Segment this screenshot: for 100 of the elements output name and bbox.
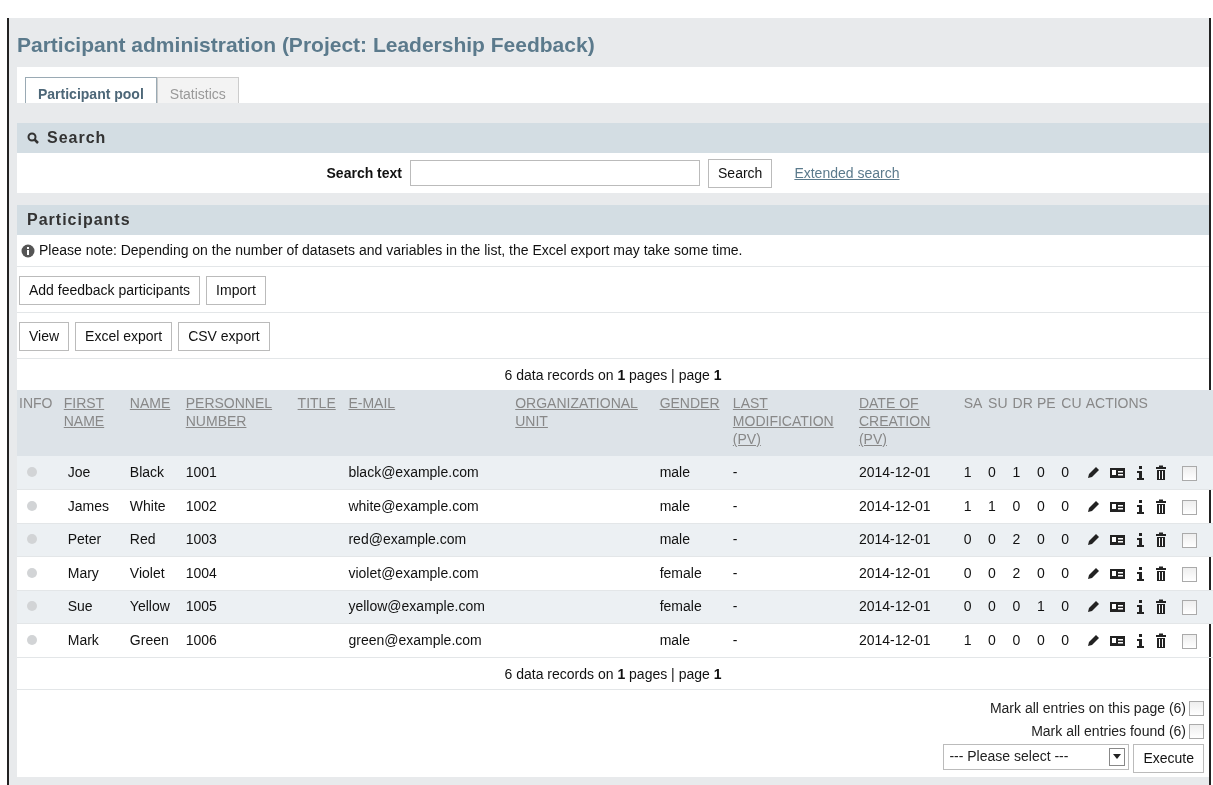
table-cell: 0: [1061, 598, 1070, 615]
edit-icon[interactable]: [1085, 599, 1101, 615]
table-cell: 0: [1061, 564, 1070, 581]
table-cell: Peter: [67, 531, 102, 548]
table-cell: Mark: [67, 631, 99, 648]
status-dot: [27, 567, 37, 578]
table-cell: -: [732, 464, 738, 481]
row-checkbox[interactable]: [1182, 533, 1198, 549]
table-cell: 0: [1012, 598, 1021, 615]
status-dot: [27, 467, 37, 478]
column-header: ACTIONS: [1085, 394, 1148, 413]
search-button[interactable]: Search: [708, 158, 773, 188]
table-cell: 1: [1012, 464, 1021, 481]
column-header: SU: [988, 394, 1008, 413]
toolbar-button[interactable]: Add feedback participants: [19, 276, 201, 306]
column-header: DR: [1012, 394, 1033, 413]
table-cell: -: [732, 497, 738, 514]
checkbox[interactable]: [1189, 723, 1204, 739]
tab[interactable]: Statistics: [156, 77, 239, 104]
tab[interactable]: Participant pool: [25, 77, 157, 104]
table-cell: 0: [1061, 631, 1070, 648]
table-cell: red@example.com: [348, 531, 467, 548]
table-cell: 0: [1036, 531, 1045, 548]
table-cell: 0: [1061, 531, 1070, 548]
edit-icon[interactable]: [1085, 565, 1101, 581]
table-cell: 2014-12-01: [858, 531, 931, 548]
edit-icon[interactable]: [1085, 632, 1101, 648]
id-card-icon[interactable]: [1108, 532, 1126, 548]
edit-icon[interactable]: [1085, 532, 1101, 548]
table-cell: violet@example.com: [348, 564, 479, 581]
table-cell: 0: [988, 531, 996, 548]
toolbar-button[interactable]: CSV export: [178, 322, 270, 352]
toolbar-button[interactable]: View: [19, 322, 70, 352]
table-cell: -: [732, 564, 738, 581]
table-cell: 0: [988, 464, 996, 481]
extended-search-link[interactable]: Extended search: [794, 162, 900, 184]
table-cell: 0: [1036, 464, 1045, 481]
row-checkbox[interactable]: [1182, 600, 1198, 616]
section-heading: Participants: [27, 210, 131, 231]
search-field[interactable]: [410, 160, 700, 187]
table-cell: 0: [1036, 497, 1045, 514]
table-cell: male: [659, 464, 690, 481]
table-cell: 2014-12-01: [858, 631, 931, 648]
column-header: PE: [1036, 394, 1056, 413]
table-cell: 0: [1036, 564, 1045, 581]
table-cell: 2: [1012, 531, 1021, 548]
status-dot: [27, 500, 37, 511]
delete-icon[interactable]: [1153, 599, 1168, 615]
table-cell: 1: [963, 464, 972, 481]
delete-icon[interactable]: [1153, 465, 1168, 481]
search-icon: [27, 132, 39, 145]
status-dot: [27, 534, 37, 545]
table-cell: 2014-12-01: [858, 497, 931, 514]
row-checkbox[interactable]: [1182, 633, 1198, 649]
table-cell: 1005: [185, 598, 217, 615]
status-dot: [27, 634, 37, 645]
table-cell: 0: [1061, 464, 1070, 481]
table-cell: male: [659, 497, 690, 514]
delete-icon[interactable]: [1153, 632, 1168, 648]
id-card-icon[interactable]: [1108, 599, 1126, 615]
checkbox[interactable]: [1189, 700, 1204, 716]
delete-icon[interactable]: [1153, 565, 1168, 581]
table-cell: 1004: [185, 564, 217, 581]
page-title: Participant administration (Project: Leadership Feedback): [17, 32, 596, 58]
table-cell: white@example.com: [348, 497, 479, 514]
row-checkbox[interactable]: [1182, 499, 1198, 515]
column-header[interactable]: E-MAIL: [348, 394, 396, 413]
delete-icon[interactable]: [1153, 498, 1168, 514]
table-cell: 0: [963, 531, 972, 548]
column-header: INFO: [19, 394, 53, 413]
table-cell: Joe: [67, 464, 91, 481]
table-cell: green@example.com: [348, 631, 482, 648]
caret-icon: [1113, 754, 1122, 760]
action-select[interactable]: --- Please select ---: [943, 743, 1130, 770]
info-icon: [21, 243, 35, 258]
table-cell: Yellow: [129, 598, 170, 615]
table-cell: Green: [129, 631, 169, 648]
table-cell: 1: [963, 497, 972, 514]
checkbox-label: Mark all entries found (6): [1031, 721, 1186, 741]
table-cell: Sue: [67, 598, 93, 615]
table-cell: female: [659, 598, 702, 615]
toolbar-button[interactable]: Import: [206, 276, 266, 306]
section-heading: Search: [47, 128, 107, 149]
table-cell: 0: [988, 564, 996, 581]
table-cell: 0: [1061, 497, 1070, 514]
delete-icon[interactable]: [1153, 532, 1168, 548]
table-cell: 0: [988, 598, 996, 615]
id-card-icon[interactable]: [1108, 465, 1126, 481]
edit-icon[interactable]: [1085, 498, 1101, 514]
table-cell: Mary: [67, 564, 99, 581]
pagination-info: 6 data records on 1 pages | page 1: [504, 665, 722, 682]
row-checkbox[interactable]: [1182, 466, 1198, 481]
note-text: Please note: Depending on the number of datasets and variables in the list, the Excel export may take some time.: [39, 241, 743, 261]
row-checkbox[interactable]: [1182, 566, 1198, 582]
execute-button[interactable]: Execute: [1133, 743, 1204, 773]
toolbar-button[interactable]: Excel export: [75, 322, 173, 352]
table-cell: 0: [963, 564, 972, 581]
edit-icon[interactable]: [1085, 465, 1101, 481]
table-cell: 1002: [185, 497, 217, 514]
table-cell: 0: [1012, 497, 1021, 514]
